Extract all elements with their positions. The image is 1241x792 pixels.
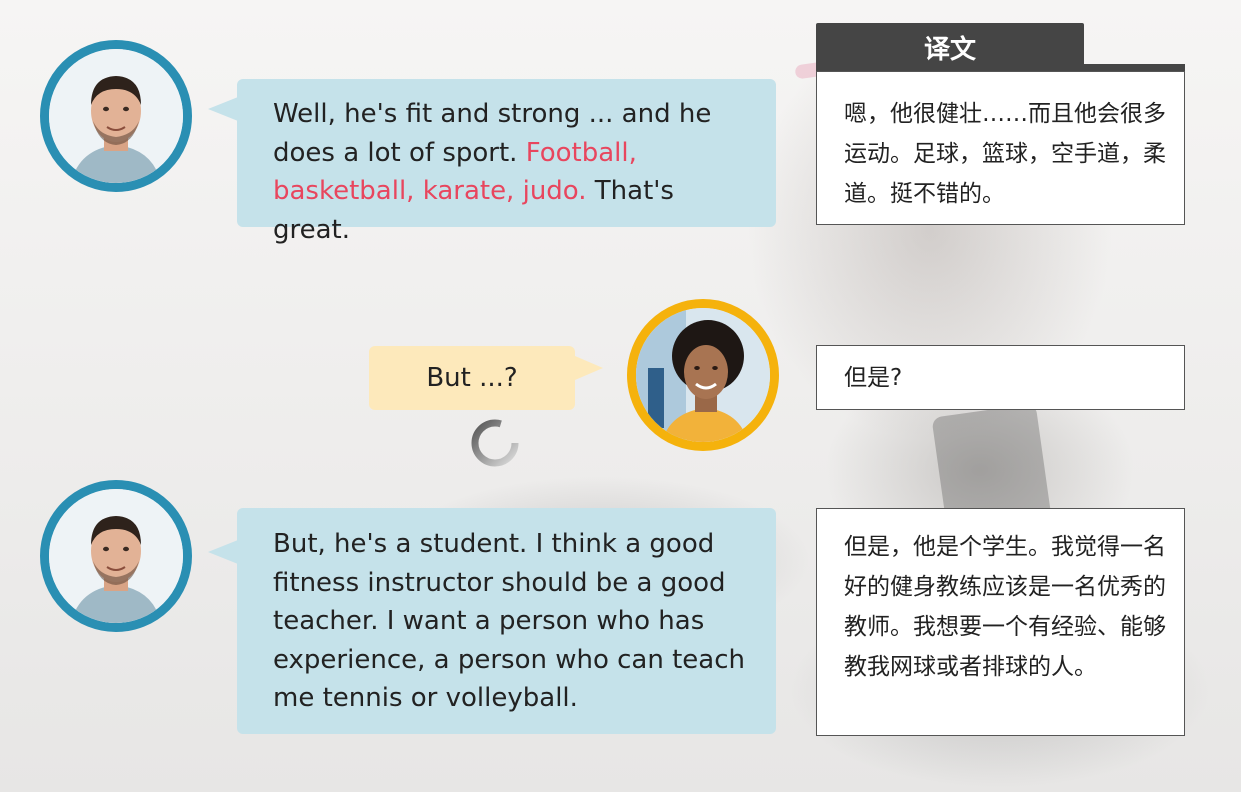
dialogue-text: But ...?: [426, 363, 518, 393]
translation-box-1: 嗯，他很健壮……而且他会很多运动。足球，篮球，空手道，柔道。挺不错的。: [816, 71, 1185, 225]
translation-text: 但是?: [844, 365, 903, 391]
speech-bubble-man-1: Well, he's fit and strong ... and he doe…: [237, 79, 776, 245]
translation-box-2: 但是?: [816, 345, 1185, 410]
man-avatar-icon: [40, 480, 192, 632]
man-avatar-icon: [40, 40, 192, 192]
loading-spinner-icon: [469, 417, 521, 469]
translation-box-3: 但是，他是个学生。我觉得一名好的健身教练应该是一名优秀的教师。我想要一个有经验、…: [816, 508, 1185, 736]
dialogue-text: But, he's a student. I think a good fitn…: [273, 529, 745, 713]
speech-tail: [208, 97, 238, 121]
dialogue-text: Well, he's fit and strong ... and he doe…: [273, 99, 712, 168]
translation-text: 但是，他是个学生。我觉得一名好的健身教练应该是一名优秀的教师。我想要一个有经验、…: [844, 534, 1166, 680]
translation-text: 嗯，他很健壮……而且他会很多运动。足球，篮球，空手道，柔道。挺不错的。: [844, 101, 1166, 207]
speech-bubble-woman: But ...?: [369, 346, 575, 410]
speech-tail: [208, 540, 238, 564]
speech-bubble-man-2: But, he's a student. I think a good fitn…: [237, 508, 776, 734]
woman-avatar-icon: [627, 299, 779, 451]
translation-header: 译文: [816, 23, 1084, 71]
speech-tail: [575, 356, 603, 380]
